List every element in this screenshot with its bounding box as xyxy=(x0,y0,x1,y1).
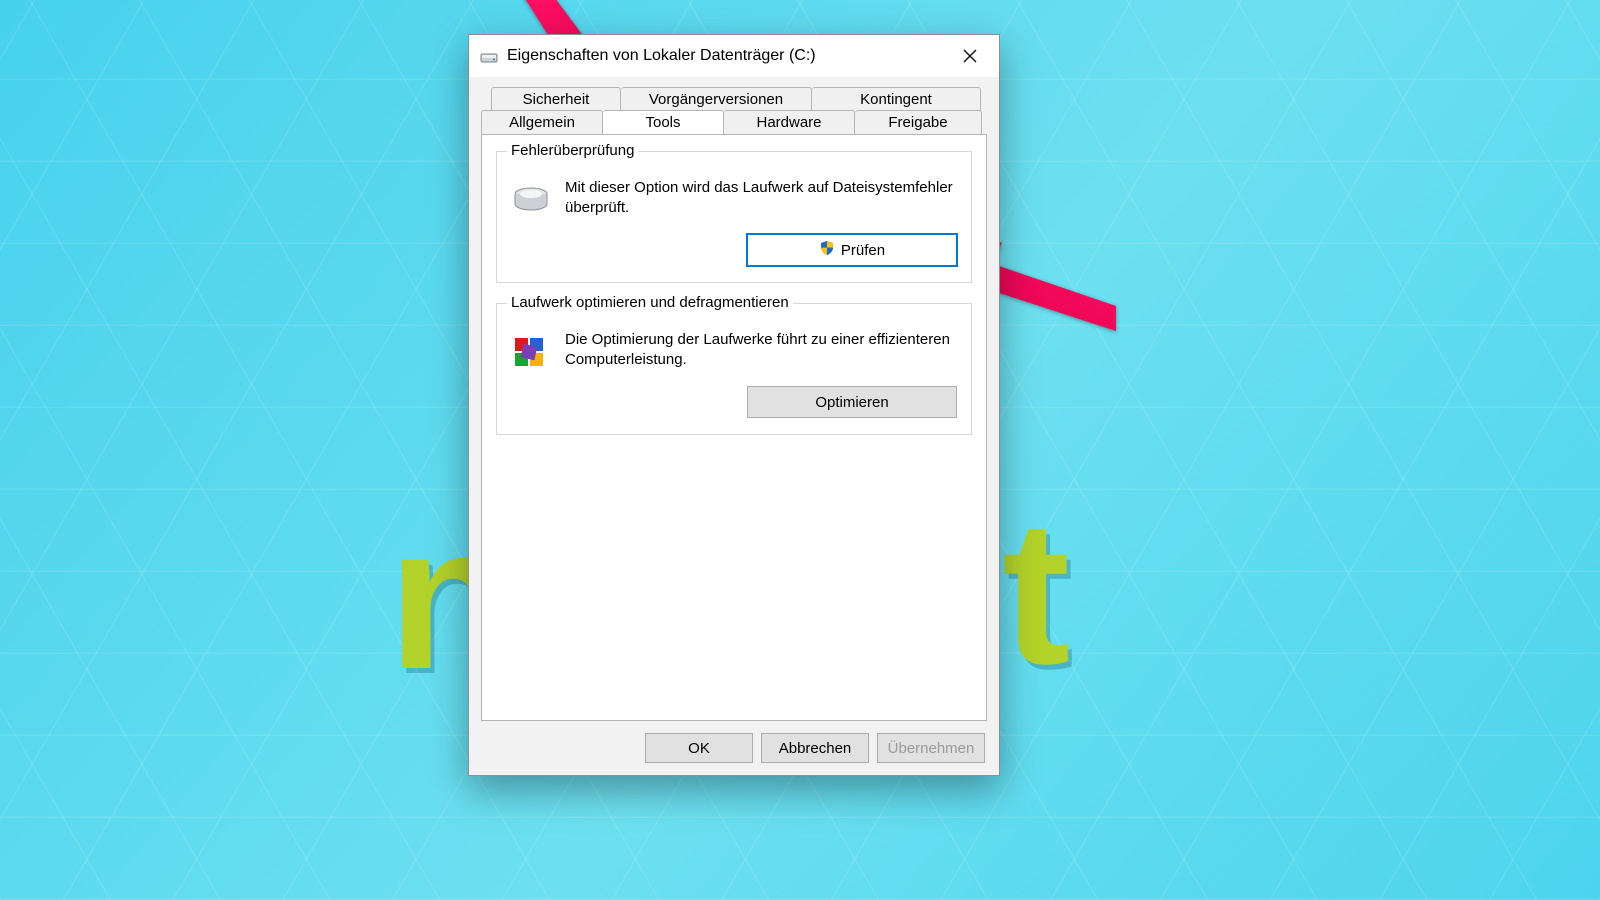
bg-glyph-right: t xyxy=(1002,490,1070,695)
tab-panel-tools: Fehlerüberprüfung Mit dieser Option wird… xyxy=(481,134,987,721)
optimize-button-label: Optimieren xyxy=(815,394,888,411)
tab-tools[interactable]: Tools xyxy=(603,110,724,134)
dialog-footer: OK Abbrechen Übernehmen xyxy=(469,721,999,775)
tab-allgemein[interactable]: Allgemein xyxy=(481,110,603,134)
drive-icon xyxy=(479,46,499,66)
group-error-check-legend: Fehlerüberprüfung xyxy=(507,142,638,159)
ok-button[interactable]: OK xyxy=(645,733,753,763)
hdd-icon xyxy=(511,182,551,222)
group-optimize: Laufwerk optimieren und defragmentieren … xyxy=(496,303,972,435)
uac-shield-icon xyxy=(819,240,835,260)
tab-strip: Sicherheit Vorgängerversionen Kontingent… xyxy=(469,77,999,135)
tab-kontingent[interactable]: Kontingent xyxy=(812,87,981,111)
close-icon xyxy=(963,49,977,63)
tab-sicherheit[interactable]: Sicherheit xyxy=(491,87,621,111)
close-button[interactable] xyxy=(947,40,993,72)
apply-button: Übernehmen xyxy=(877,733,985,763)
cancel-button[interactable]: Abbrechen xyxy=(761,733,869,763)
tab-freigabe[interactable]: Freigabe xyxy=(855,110,982,134)
check-button-label: Prüfen xyxy=(841,242,885,259)
optimize-button[interactable]: Optimieren xyxy=(747,386,957,418)
group-optimize-description: Die Optimierung der Laufwerke führt zu e… xyxy=(565,330,957,371)
check-button[interactable]: Prüfen xyxy=(747,234,957,266)
group-optimize-legend: Laufwerk optimieren und defragmentieren xyxy=(507,294,793,311)
group-error-check-description: Mit dieser Option wird das Laufwerk auf … xyxy=(565,178,957,219)
titlebar[interactable]: Eigenschaften von Lokaler Datenträger (C… xyxy=(469,35,999,77)
group-error-check: Fehlerüberprüfung Mit dieser Option wird… xyxy=(496,151,972,283)
tab-hardware[interactable]: Hardware xyxy=(724,110,855,134)
properties-dialog: Eigenschaften von Lokaler Datenträger (C… xyxy=(468,34,1000,776)
desktop-background: n t Eigenschaft xyxy=(0,0,1600,900)
window-title: Eigenschaften von Lokaler Datenträger (C… xyxy=(507,47,947,65)
tab-vorgaengerversionen[interactable]: Vorgängerversionen xyxy=(621,87,812,111)
defrag-icon xyxy=(511,334,551,374)
